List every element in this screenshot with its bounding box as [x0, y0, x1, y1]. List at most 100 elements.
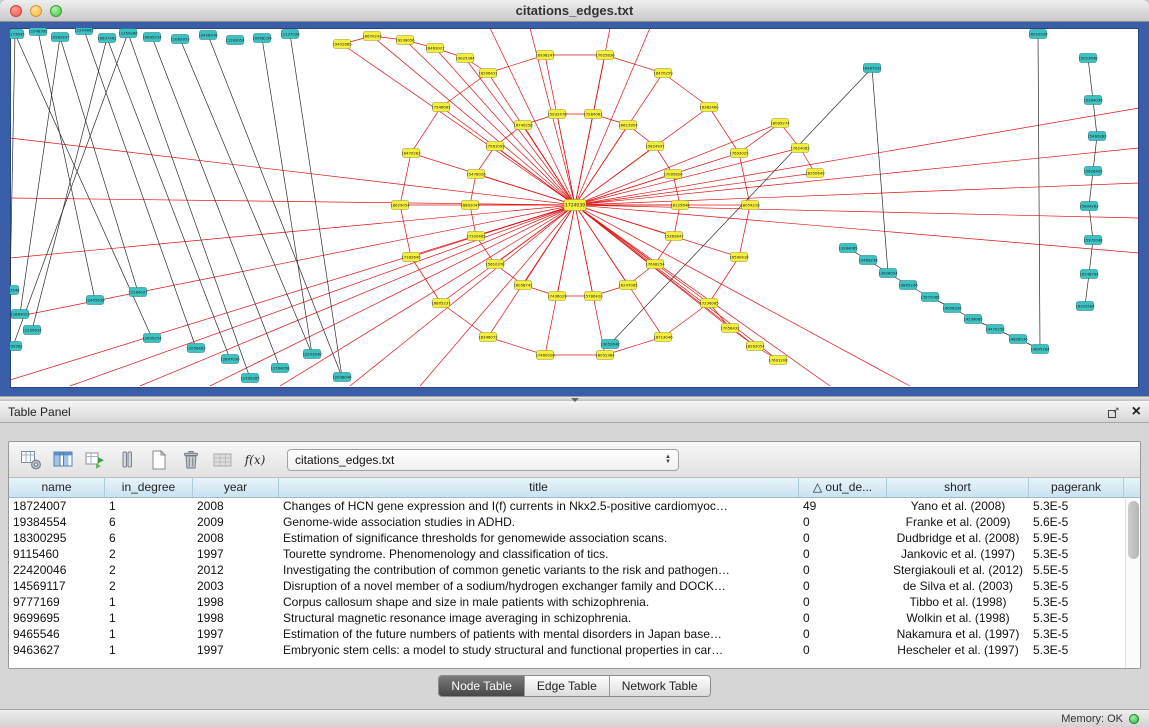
network-node[interactable]: 10273645 — [10, 30, 25, 39]
network-node[interactable]: 17025836 — [595, 51, 615, 60]
network-node[interactable]: 16052384 — [595, 351, 615, 360]
column-header-pagerank[interactable]: pagerank — [1029, 478, 1124, 497]
network-node[interactable]: 11263054 — [225, 36, 245, 45]
network-node[interactable]: 16058742 — [513, 281, 533, 290]
window-titlebar[interactable]: citations_edges.txt — [0, 0, 1149, 22]
network-node[interactable]: 11082653 — [170, 35, 190, 44]
vertical-scrollbar[interactable] — [1125, 499, 1140, 668]
tab-node-table[interactable]: Node Table — [439, 676, 524, 696]
network-graph[interactable]: 1724039161256481709582615824937166139541… — [10, 28, 1139, 388]
close-button[interactable] — [10, 5, 22, 17]
network-node[interactable]: 15023648 — [1078, 54, 1098, 63]
network-node[interactable]: 17608254 — [645, 260, 665, 269]
column-header-in_degree[interactable]: in_degree — [105, 478, 193, 497]
network-node[interactable]: 12630254 — [142, 334, 162, 343]
network-node[interactable]: 17320465 — [466, 232, 486, 241]
network-node[interactable]: 14470258 — [985, 325, 1005, 334]
network-node[interactable]: 18095274 — [770, 119, 790, 128]
close-panel-icon[interactable]: × — [1132, 405, 1141, 419]
network-node[interactable]: 17436029 — [547, 292, 567, 301]
minimize-button[interactable] — [30, 5, 42, 17]
network-node[interactable]: 17095826 — [663, 170, 683, 179]
network-node[interactable]: 12847036 — [220, 355, 240, 364]
network-node[interactable]: 18629054 — [390, 201, 410, 210]
network-node[interactable]: 13628054 — [878, 269, 898, 278]
network-node[interactable]: 15284036 — [1083, 96, 1103, 105]
network-node[interactable]: 18206431 — [478, 69, 498, 78]
network-node[interactable]: 14236085 — [963, 315, 983, 324]
panel-splitter[interactable] — [0, 396, 1149, 401]
network-node[interactable]: 14805264 — [1030, 345, 1050, 354]
scrollbar-thumb[interactable] — [1128, 501, 1139, 559]
function-builder-button[interactable]: f(x) — [241, 446, 269, 474]
column-header-title[interactable]: title — [279, 478, 799, 497]
network-node[interactable]: 12938046 — [332, 373, 352, 382]
network-node[interactable]: 11048392 — [28, 28, 48, 36]
network-node[interactable]: 16938247 — [535, 51, 555, 60]
network-node[interactable]: 18713046 — [653, 333, 673, 342]
column-header-short[interactable]: short — [887, 478, 1029, 497]
network-node[interactable]: 17561093 — [485, 142, 505, 151]
network-node[interactable]: 11204865 — [74, 28, 94, 35]
network-node[interactable]: 17624083 — [790, 144, 810, 153]
zoom-button[interactable] — [50, 5, 62, 17]
network-node[interactable]: 16148794 — [1079, 270, 1099, 279]
network-node[interactable]: 13284065 — [838, 244, 858, 253]
network-node[interactable]: 15786420 — [583, 292, 603, 301]
network-node[interactable]: 16613954 — [618, 121, 638, 130]
network-node[interactable]: 11137028 — [280, 30, 300, 39]
network-node[interactable]: 12184027 — [128, 288, 148, 297]
network-node[interactable]: 16590418 — [729, 253, 749, 262]
network-node[interactable]: 16247085 — [618, 281, 638, 290]
network-node[interactable]: 19238056 — [395, 36, 415, 45]
network-node[interactable]: 15478026 — [466, 170, 486, 179]
network-node[interactable]: 17691208 — [768, 356, 788, 365]
network-node[interactable]: 16740258 — [513, 121, 533, 130]
table-row[interactable]: 969969511998Structural magnetic resonanc… — [9, 610, 1140, 626]
select-columns-button[interactable] — [49, 446, 77, 474]
network-node[interactable]: 13805246 — [898, 281, 918, 290]
tab-network-table[interactable]: Network Table — [609, 676, 710, 696]
table-row[interactable]: 1872400712008Changes of HCN gene express… — [9, 498, 1140, 514]
network-node[interactable]: 12390285 — [240, 374, 260, 383]
network-node[interactable]: 11864023 — [10, 310, 30, 319]
delete-button[interactable] — [177, 446, 205, 474]
network-node[interactable]: 15932478 — [547, 110, 567, 119]
network-node[interactable]: 16470283 — [401, 149, 421, 158]
network-node[interactable]: 15804263 — [1079, 202, 1099, 211]
network-node[interactable]: 17182640 — [401, 253, 421, 262]
network-node[interactable]: 19402685 — [332, 40, 352, 49]
column-header-out_degree[interactable]: △ out_de... — [799, 478, 887, 497]
network-node[interactable]: 17058432 — [720, 324, 740, 333]
network-node[interactable]: 12405638 — [85, 296, 105, 305]
network-node[interactable]: 13460238 — [858, 256, 878, 265]
network-node[interactable]: 18670243 — [362, 32, 382, 41]
table-row[interactable]: 2242004622012Investigating the contribut… — [9, 562, 1140, 578]
network-node[interactable]: 12203648 — [302, 350, 322, 359]
network-node[interactable]: 12058463 — [186, 344, 206, 353]
network-node[interactable]: 12250634 — [22, 326, 42, 335]
table-settings-button[interactable] — [17, 446, 45, 474]
network-node[interactable]: 17548062 — [431, 103, 451, 112]
network-node[interactable]: 15628405 — [1083, 167, 1103, 176]
network-node[interactable]: 17236085 — [699, 299, 719, 308]
column-header-year[interactable]: year — [193, 478, 279, 497]
float-panel-icon[interactable]: ↗ — [1108, 406, 1120, 418]
splitter-handle-icon[interactable] — [571, 398, 579, 402]
network-node[interactable]: 12764058 — [270, 364, 290, 373]
network-node[interactable]: 15460283 — [1087, 132, 1107, 141]
network-node[interactable]: 14058326 — [942, 304, 962, 313]
table-row[interactable]: 1830029562008Estimation of significance … — [9, 530, 1140, 546]
network-node[interactable]: 11350286 — [118, 29, 138, 38]
network-node[interactable]: 18463027 — [425, 44, 445, 53]
network-node[interactable]: 15972048 — [1083, 236, 1103, 245]
network-node[interactable]: 15610378 — [485, 260, 505, 269]
new-document-button[interactable] — [145, 446, 173, 474]
network-node[interactable]: 10562837 — [50, 33, 70, 42]
table-row[interactable]: 911546021997Tourette syndrome. Phenomeno… — [9, 546, 1140, 562]
network-node[interactable]: 16920538 — [1028, 30, 1048, 39]
network-node[interactable]: 16320584 — [1075, 302, 1095, 311]
rows-button[interactable] — [113, 446, 141, 474]
network-node[interactable]: 12063548 — [10, 286, 20, 295]
refresh-table-button[interactable] — [81, 446, 109, 474]
